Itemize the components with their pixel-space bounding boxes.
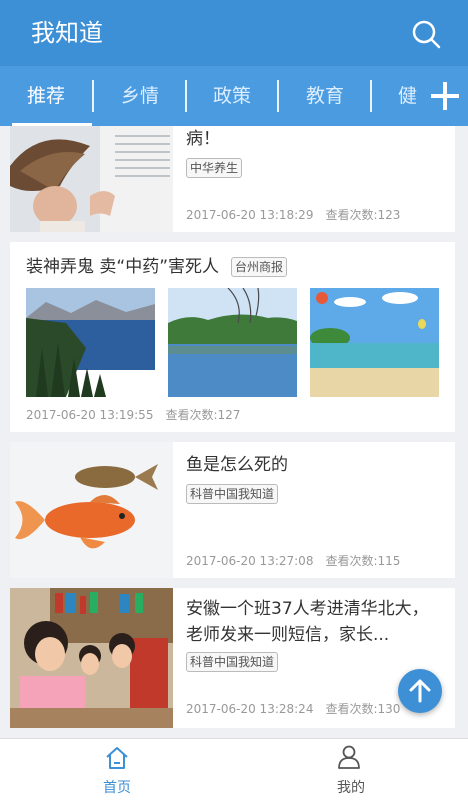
arrow-up-icon[interactable] bbox=[398, 669, 442, 713]
article-image-lake bbox=[26, 288, 155, 397]
tab-divider bbox=[92, 80, 94, 112]
app-title: 我知道 bbox=[31, 19, 103, 47]
article-time: 2017-06-20 13:19:55 bbox=[26, 408, 154, 422]
tab-education[interactable]: 教育 bbox=[306, 66, 344, 126]
article-time: 2017-06-20 13:28:24 bbox=[186, 702, 314, 716]
search-icon[interactable] bbox=[408, 16, 444, 52]
article-card[interactable]: 鱼是怎么死的 科普中国我知道 2017-06-20 13:27:08 查看次数:1… bbox=[10, 442, 455, 578]
article-card[interactable]: 病！ 中华养生 2017-06-20 13:18:29 查看次数:123 bbox=[10, 126, 455, 232]
source-tag: 科普中国我知道 bbox=[186, 484, 279, 504]
tab-policy[interactable]: 政策 bbox=[213, 66, 251, 126]
article-time: 2017-06-20 13:18:29 bbox=[186, 208, 314, 222]
article-title: 鱼是怎么死的 bbox=[186, 455, 288, 475]
tab-recommend[interactable]: 推荐 bbox=[27, 66, 65, 126]
article-views: 查看次数:123 bbox=[325, 208, 401, 222]
article-meta: 2017-06-20 13:28:24 查看次数:130 bbox=[186, 700, 412, 717]
article-meta: 2017-06-20 13:27:08 查看次数:115 bbox=[186, 552, 412, 569]
article-feed: 病！ 中华养生 2017-06-20 13:18:29 查看次数:123 装神弄鬼… bbox=[0, 126, 468, 738]
source-tag: 中华养生 bbox=[186, 158, 243, 178]
tab-hometown[interactable]: 乡情 bbox=[121, 66, 159, 126]
article-image-beach bbox=[310, 288, 439, 397]
source-tag: 科普中国我知道 bbox=[186, 652, 279, 672]
article-card[interactable]: 装神弄鬼 卖“中药”害死人 台州商报 2017-06-20 13:19:55 查… bbox=[10, 242, 455, 432]
article-thumbnail-children bbox=[10, 588, 173, 728]
article-views: 查看次数:130 bbox=[325, 702, 401, 716]
article-title: 装神弄鬼 卖“中药”害死人 bbox=[26, 257, 220, 277]
article-title: 病！ bbox=[186, 129, 220, 149]
article-time: 2017-06-20 13:27:08 bbox=[186, 554, 314, 568]
person-icon bbox=[338, 745, 360, 769]
article-meta: 2017-06-20 13:19:55 查看次数:127 bbox=[26, 406, 252, 423]
plus-icon[interactable] bbox=[422, 66, 468, 126]
article-views: 查看次数:127 bbox=[165, 408, 241, 422]
article-card[interactable]: 安徽一个班37人考进清华北大，老师发来一则短信，家长... 科普中国我知道 20… bbox=[10, 588, 455, 728]
article-views: 查看次数:115 bbox=[325, 554, 401, 568]
article-meta: 2017-06-20 13:18:29 查看次数:123 bbox=[186, 206, 412, 223]
nav-home-label: 首页 bbox=[103, 780, 131, 796]
nav-profile-label: 我的 bbox=[337, 780, 365, 796]
nav-profile[interactable]: 我的 bbox=[234, 739, 468, 801]
home-icon bbox=[106, 747, 128, 769]
category-tabs: 推荐 乡情 政策 教育 健 bbox=[0, 66, 468, 126]
tab-health[interactable]: 健 bbox=[398, 66, 417, 126]
tab-divider bbox=[185, 80, 187, 112]
article-thumbnail-woman-hair bbox=[10, 126, 173, 232]
article-thumbnail-fish bbox=[10, 442, 173, 578]
app-header: 我知道 bbox=[0, 0, 468, 66]
nav-home[interactable]: 首页 bbox=[0, 739, 234, 801]
source-tag: 台州商报 bbox=[231, 257, 288, 277]
bottom-nav: 首页 我的 bbox=[0, 738, 468, 801]
tab-divider bbox=[370, 80, 372, 112]
article-image-river bbox=[168, 288, 297, 397]
tab-divider bbox=[277, 80, 279, 112]
article-title: 安徽一个班37人考进清华北大，老师发来一则短信，家长... bbox=[186, 599, 429, 645]
